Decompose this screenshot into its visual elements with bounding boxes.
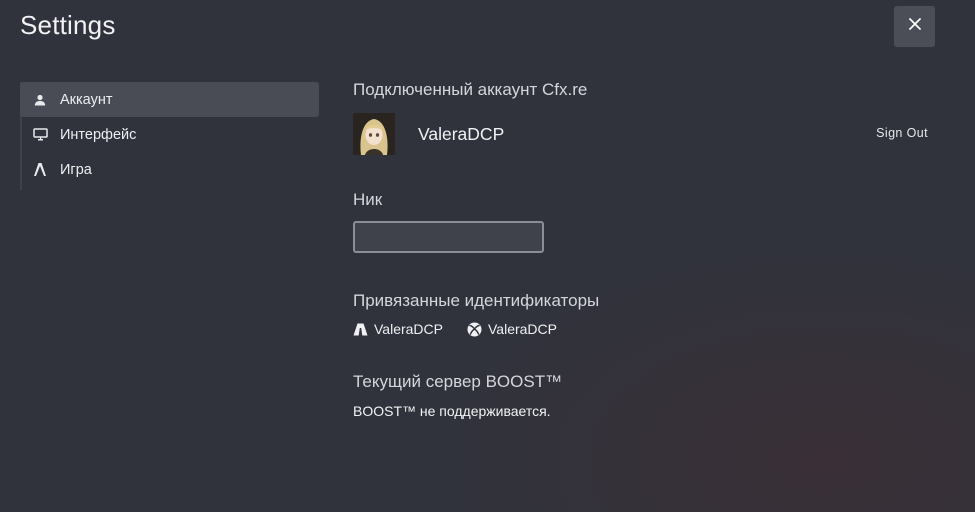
sidebar-item-label: Игра: [60, 161, 92, 178]
user-icon: [32, 92, 48, 108]
sidebar-item-label: Интерфейс: [60, 126, 137, 143]
account-username: ValeraDCP: [418, 123, 505, 144]
sidebar-item-interface[interactable]: Интерфейс: [20, 117, 319, 152]
xbox-icon: [467, 322, 482, 337]
nickname-label: Ник: [353, 190, 383, 209]
linked-id-name: ValeraDCP: [488, 321, 557, 337]
page-title: Settings: [20, 10, 116, 40]
close-icon: [908, 17, 922, 36]
settings-sidebar: Аккаунт Интерфейс Игра: [20, 82, 319, 190]
game-icon: [32, 162, 48, 178]
account-row: ValeraDCP Sign Out: [353, 112, 928, 156]
sidebar-item-game[interactable]: Игра: [20, 152, 319, 187]
nickname-input[interactable]: [353, 221, 544, 253]
linked-ids-list: ValeraDCP ValeraDCP: [353, 321, 581, 337]
close-button[interactable]: [894, 6, 935, 47]
settings-window: Settings Аккаунт Интерфейс Игра Подключе…: [0, 0, 975, 512]
account-panel: Подключенный аккаунт Cfx.re ValeraDCP Si…: [353, 80, 943, 419]
connected-account-heading: Подключенный аккаунт Cfx.re: [353, 80, 588, 99]
linked-ids-heading: Привязанные идентификаторы: [353, 291, 600, 310]
sidebar-item-account[interactable]: Аккаунт: [20, 82, 319, 117]
monitor-icon: [32, 127, 48, 143]
avatar: [353, 113, 395, 155]
boost-heading: Текущий сервер BOOST™: [353, 372, 563, 391]
linked-id-name: ValeraDCP: [374, 321, 443, 337]
boost-status: BOOST™ не поддерживается.: [353, 403, 551, 419]
rockstar-icon: [353, 322, 368, 337]
sign-out-button[interactable]: Sign Out: [876, 126, 928, 140]
linked-id-xbox: ValeraDCP: [467, 321, 557, 337]
linked-id-rockstar: ValeraDCP: [353, 321, 443, 337]
sidebar-item-label: Аккаунт: [60, 91, 113, 108]
